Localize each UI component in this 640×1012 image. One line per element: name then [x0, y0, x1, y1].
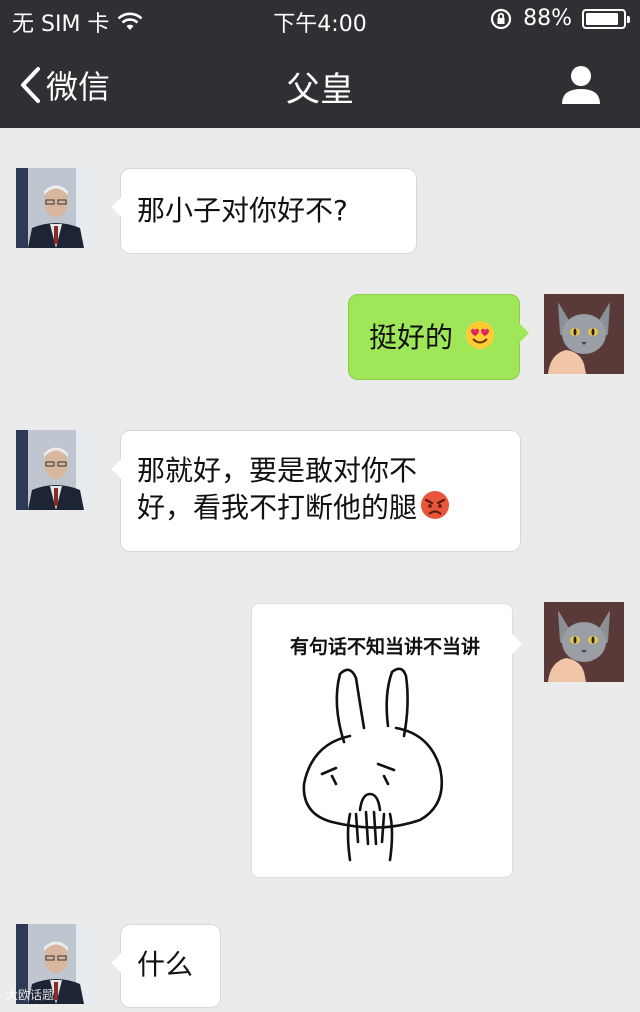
rotation-lock-icon	[490, 8, 512, 29]
my-avatar[interactable]	[544, 294, 624, 374]
sticker-caption: 有句话不知当讲不当讲	[290, 636, 481, 658]
message-bubble-incoming[interactable]: 那就好，要是敢对你不 好，看我不打断他的腿	[110, 430, 521, 552]
message-bubble-incoming[interactable]: 什么	[110, 924, 221, 1008]
chat-header: 微信 父皇	[0, 40, 640, 128]
battery-percent: 88%	[523, 6, 572, 31]
status-bar: 无 SIM 卡 下午4:00 88%	[0, 0, 640, 40]
contact-avatar[interactable]	[16, 168, 96, 248]
rabbit-sticker-icon	[302, 667, 444, 862]
message-text: 那小子对你好不?	[137, 194, 348, 227]
message-text: 挺好的	[369, 321, 454, 354]
message-list[interactable]: 那小子对你好不? 挺好的 那就好，要是敢对你不 好，看我不打断他的腿 有句话不知…	[0, 128, 640, 1012]
page-title: 父皇	[286, 70, 354, 110]
person-icon[interactable]	[560, 64, 602, 106]
message-text-line: 那就好，要是敢对你不	[137, 454, 418, 487]
angry-face-emoji-icon	[421, 491, 450, 519]
message-text-line-2: 好，看我不打断他的腿	[137, 489, 504, 526]
battery-icon	[582, 8, 630, 29]
my-avatar[interactable]	[544, 602, 624, 682]
message-bubble-incoming[interactable]: 那小子对你好不?	[110, 168, 417, 254]
heart-eyes-emoji-icon	[465, 321, 494, 349]
message-text: 什么	[137, 948, 194, 981]
contact-avatar[interactable]	[16, 430, 96, 510]
battery-status: 88%	[489, 6, 630, 31]
watermark: 大欧话题	[6, 988, 55, 1002]
message-bubble-outgoing[interactable]: 挺好的	[348, 294, 529, 380]
battery-fill	[586, 12, 618, 25]
message-text-line: 好，看我不打断他的腿	[137, 491, 418, 524]
sticker-message[interactable]: 有句话不知当讲不当讲	[251, 603, 522, 878]
